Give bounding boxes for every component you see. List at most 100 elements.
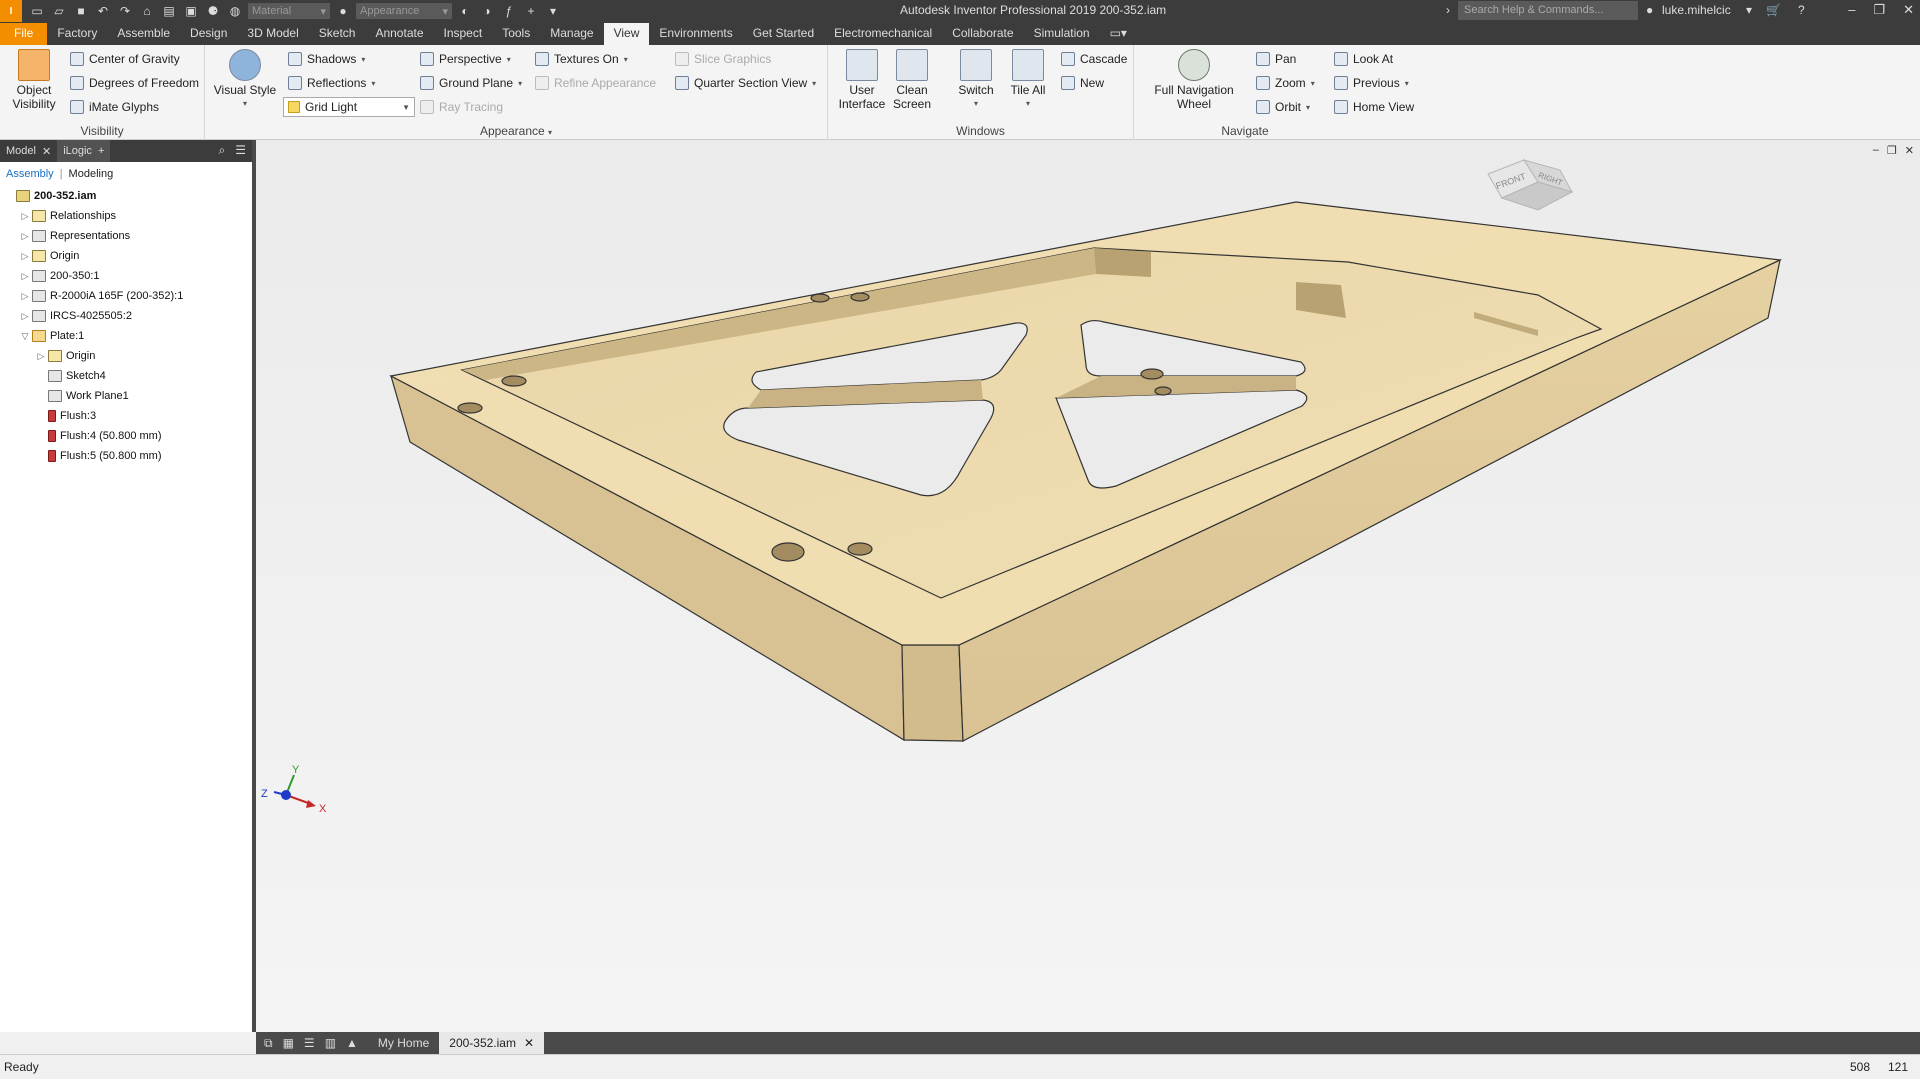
minimize-icon[interactable]: – [1848, 2, 1855, 18]
open-folder-icon[interactable]: ▱ [50, 3, 68, 19]
tab-electromechanical[interactable]: Electromechanical [824, 23, 942, 45]
tree-item[interactable]: Flush:4 (50.800 mm) [4, 426, 252, 446]
mode-assembly[interactable]: Assembly [6, 168, 54, 180]
tree-item[interactable]: ▷ Origin [4, 246, 252, 266]
clean-screen-button[interactable]: Clean Screen [890, 49, 934, 111]
tab-sketch[interactable]: Sketch [309, 23, 366, 45]
tab-ilogic[interactable]: iLogic + [57, 140, 111, 162]
tree-item[interactable]: ▷ IRCS-4025505:2 [4, 306, 252, 326]
close-icon[interactable]: ✕ [42, 145, 51, 158]
look-at-button[interactable]: Look At [1334, 49, 1393, 69]
hamburger-menu-icon[interactable]: ☰ [235, 143, 246, 158]
slice-graphics-button[interactable]: Slice Graphics [675, 49, 771, 69]
expand-arrow-icon[interactable]: ▷ [36, 351, 46, 362]
tab-inspect[interactable]: Inspect [434, 23, 493, 45]
tab-simulation[interactable]: Simulation [1024, 23, 1100, 45]
adjust-appearance-icon[interactable]: ◐ [456, 3, 474, 19]
tree-item[interactable]: 200-352.iam [4, 186, 252, 206]
search-icon[interactable]: ⌕ [219, 143, 226, 158]
tree-item[interactable]: ▷ Representations [4, 226, 252, 246]
expand-arrow-icon[interactable]: ▷ [20, 231, 30, 242]
previous-view-button[interactable]: Previous ▾ [1334, 73, 1409, 93]
tab-design[interactable]: Design [180, 23, 237, 45]
redo-icon[interactable]: ↷ [116, 3, 134, 19]
expand-arrow-icon[interactable]: ▷ [20, 211, 30, 222]
close-icon[interactable]: ✕ [524, 1036, 534, 1050]
tree-item[interactable]: ▷ Relationships [4, 206, 252, 226]
expand-arrow-icon[interactable]: ▷ [20, 311, 30, 322]
tab-3d-model[interactable]: 3D Model [237, 23, 308, 45]
tile-all-button[interactable]: Tile All ▾ [1004, 49, 1052, 111]
object-visibility-button[interactable]: Object Visibility [6, 49, 62, 111]
tab-document-200-352[interactable]: 200-352.iam ✕ [439, 1032, 545, 1054]
quarter-section-view-button[interactable]: Quarter Section View ▾ [675, 73, 816, 93]
home-icon[interactable]: ⌂ [138, 3, 156, 19]
mode-modeling[interactable]: Modeling [69, 168, 114, 180]
horizontal-tile-icon[interactable]: ☰ [304, 1036, 315, 1050]
tab-collaborate[interactable]: Collaborate [942, 23, 1023, 45]
switch-button[interactable]: Switch ▾ [952, 49, 1000, 111]
ribbon-options-icon[interactable]: ▭▾ [1100, 23, 1137, 45]
select-icon[interactable]: ▣ [182, 3, 200, 19]
print-icon[interactable]: ▤ [160, 3, 178, 19]
tile-windows-icon[interactable]: ▦ [283, 1036, 294, 1050]
undo-icon[interactable]: ↶ [94, 3, 112, 19]
textures-on-button[interactable]: Textures On ▾ [535, 49, 628, 69]
plate-model[interactable] [389, 201, 1783, 742]
appearance-group-label[interactable]: Appearance ▾ [205, 124, 827, 138]
model-canvas[interactable]: FRONT RIGHT Y X Z [256, 140, 1920, 1032]
orbit-button[interactable]: Orbit ▾ [1256, 97, 1310, 117]
ground-plane-button[interactable]: Ground Plane ▾ [420, 73, 522, 93]
shadows-button[interactable]: Shadows ▾ [288, 49, 365, 69]
pan-button[interactable]: Pan [1256, 49, 1296, 69]
center-of-gravity-button[interactable]: Center of Gravity [70, 49, 180, 69]
graphics-viewport[interactable]: – ❐ ✕ FRONT RIGHT Y X Z [256, 140, 1920, 1032]
appearance-dropdown[interactable]: Appearance ▾ [356, 3, 452, 19]
cascade-button[interactable]: Cascade [1061, 49, 1127, 69]
tab-my-home[interactable]: My Home [368, 1032, 439, 1054]
tree-item[interactable]: ▷ 200-350:1 [4, 266, 252, 286]
restore-icon[interactable]: ❐ [1873, 2, 1885, 18]
arrange-up-icon[interactable]: ▲ [346, 1036, 358, 1050]
tab-tools[interactable]: Tools [492, 23, 540, 45]
refine-appearance-button[interactable]: Refine Appearance [535, 73, 656, 93]
user-interface-button[interactable]: User Interface [838, 49, 886, 111]
restore-icon[interactable]: ❐ [1887, 144, 1897, 157]
vertical-tile-icon[interactable]: ▥ [325, 1036, 336, 1050]
fx-parameters-icon[interactable]: ƒ [500, 3, 518, 19]
tree-item[interactable]: ▷ R-2000iA 165F (200-352):1 [4, 286, 252, 306]
tab-manage[interactable]: Manage [540, 23, 603, 45]
lighting-style-dropdown[interactable]: Grid Light ▼ [283, 97, 415, 117]
reflections-button[interactable]: Reflections ▾ [288, 73, 375, 93]
expand-arrow-icon[interactable]: ▷ [20, 251, 30, 262]
degrees-of-freedom-button[interactable]: Degrees of Freedom [70, 73, 199, 93]
imate-glyphs-button[interactable]: iMate Glyphs [70, 97, 159, 117]
search-help-input[interactable]: Search Help & Commands... [1458, 1, 1638, 20]
tree-item[interactable]: Flush:3 [4, 406, 252, 426]
inventor-logo[interactable]: I [0, 0, 22, 22]
cart-icon[interactable]: 🛒 [1766, 3, 1781, 17]
tab-file[interactable]: File [0, 23, 48, 45]
globe-icon[interactable]: ◍ [226, 3, 244, 19]
material-dropdown[interactable]: Material ▾ [248, 3, 330, 19]
tab-factory[interactable]: Factory [47, 23, 107, 45]
viewcube[interactable]: FRONT RIGHT [1487, 159, 1574, 211]
expand-arrow-icon[interactable]: ▷ [20, 291, 30, 302]
save-icon[interactable]: ■ [72, 3, 90, 19]
close-icon[interactable]: ✕ [1903, 2, 1914, 18]
add-tab-icon[interactable]: + [98, 145, 104, 157]
update-icon[interactable]: ⚈ [204, 3, 222, 19]
chevron-down-icon[interactable]: ▾ [1746, 3, 1752, 17]
expand-arrow-icon[interactable]: ▷ [20, 271, 30, 282]
help-icon[interactable]: ? [1798, 3, 1805, 17]
new-window-button[interactable]: New [1061, 73, 1104, 93]
tab-assemble[interactable]: Assemble [107, 23, 180, 45]
ray-tracing-button[interactable]: Ray Tracing [420, 97, 503, 117]
zoom-button[interactable]: Zoom ▾ [1256, 73, 1315, 93]
user-name[interactable]: luke.mihelcic [1662, 3, 1731, 17]
tab-view[interactable]: View [603, 23, 650, 45]
add-icon[interactable]: + [522, 3, 540, 19]
home-view-button[interactable]: Home View [1334, 97, 1414, 117]
tree-item[interactable]: ▽ Plate:1 [4, 326, 252, 346]
collapse-arrow-icon[interactable]: ▽ [20, 331, 30, 342]
